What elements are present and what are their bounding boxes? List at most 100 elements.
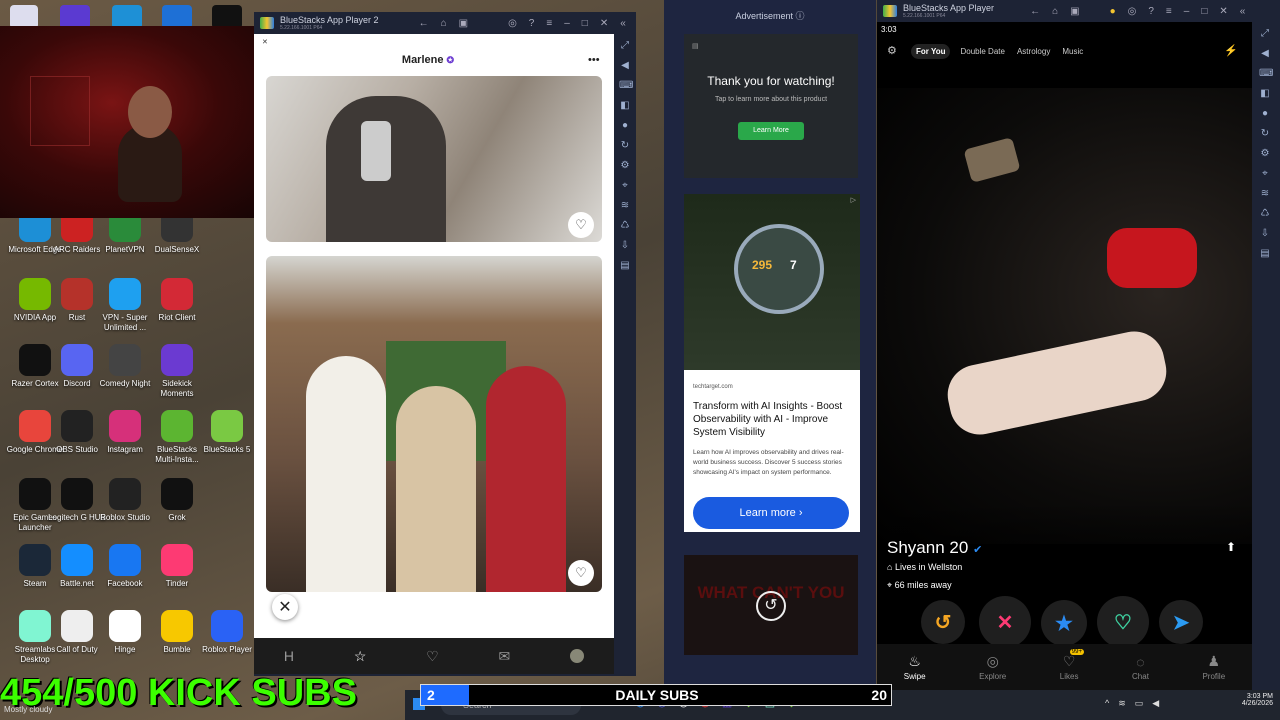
help-icon[interactable]: ?	[529, 18, 535, 29]
eco-icon[interactable]: ♺	[1259, 208, 1271, 220]
skip-button[interactable]: ✕	[272, 594, 298, 620]
desktop-shortcut[interactable]: Instagram	[96, 410, 154, 455]
keymap-icon[interactable]: ⌨	[1259, 68, 1273, 80]
shake-icon[interactable]: ≋	[619, 200, 631, 212]
adchoices-icon[interactable]: ▷	[851, 196, 856, 204]
more-options-button[interactable]: •••	[588, 54, 600, 66]
desktop-shortcut[interactable]: Roblox Studio	[96, 478, 154, 523]
ad-learn-more-button[interactable]: Learn more ›	[693, 497, 849, 529]
like-button[interactable]: ♡	[1097, 596, 1149, 648]
coins-icon[interactable]: ●	[1110, 6, 1116, 17]
desktop-shortcut[interactable]: BlueStacks 5	[198, 410, 256, 455]
desktop-shortcut[interactable]: Tinder	[148, 544, 206, 589]
record-icon[interactable]: ●	[619, 120, 631, 132]
menu-icon[interactable]: ≡	[1166, 6, 1172, 17]
help-icon[interactable]: ?	[1148, 6, 1154, 17]
location-icon[interactable]: ⌖	[619, 180, 631, 192]
hinge-close-small-icon[interactable]: ✕	[262, 38, 268, 46]
close-icon[interactable]: ✕	[600, 18, 608, 29]
maximize-icon[interactable]: □	[582, 18, 588, 29]
eco-icon[interactable]: ♺	[619, 220, 631, 232]
desktop-shortcut[interactable]: VPN - Super Unlimited ...	[96, 278, 154, 333]
location-icon[interactable]: ⌖	[1259, 168, 1271, 180]
screenshot-icon[interactable]: ◧	[619, 100, 631, 112]
replay-icon[interactable]: ↺	[756, 591, 786, 621]
tab-music[interactable]: Music	[1060, 44, 1085, 59]
tray-chevron-icon[interactable]: ^	[1105, 698, 1109, 709]
keymap-icon[interactable]: ⌨	[619, 80, 633, 92]
rotate-icon[interactable]: ↻	[1259, 128, 1271, 140]
nav-explore[interactable]: ◎ Explore	[979, 653, 1006, 681]
home-icon[interactable]: ⌂	[441, 18, 447, 29]
record-icon[interactable]: ●	[1259, 108, 1271, 120]
profile-photo-2[interactable]: ♡	[266, 256, 602, 592]
super-like-button[interactable]: ★	[1041, 600, 1087, 646]
back-icon[interactable]: ←	[419, 18, 429, 29]
screenshot-icon[interactable]: ◧	[1259, 88, 1271, 100]
shake-icon[interactable]: ≋	[1259, 188, 1271, 200]
back-icon[interactable]: ←	[1030, 6, 1040, 17]
tab-for-you[interactable]: For You	[911, 44, 951, 59]
fullscreen-icon[interactable]: ⤢	[619, 40, 631, 52]
nav-profile[interactable]: ♟ Profile	[1202, 653, 1225, 681]
close-icon[interactable]: ✕	[1219, 6, 1227, 17]
wifi-icon[interactable]: ≋	[1118, 698, 1126, 709]
like-photo-button-1[interactable]: ♡	[568, 212, 594, 238]
ad-video-end[interactable]: ▤ Thank you for watching! Tap to learn m…	[684, 34, 858, 178]
fullscreen-icon[interactable]: ⤢	[1259, 28, 1271, 40]
multi-instance-icon[interactable]: ▣	[1070, 6, 1079, 17]
like-photo-button-2[interactable]: ♡	[568, 560, 594, 586]
volume-icon[interactable]: ◀	[1259, 48, 1271, 60]
likes-you-icon[interactable]: ♡	[426, 648, 439, 665]
apk-icon[interactable]: ⇩	[1259, 228, 1271, 240]
filters-icon[interactable]: ⚙	[887, 44, 897, 57]
macro-icon[interactable]: ⚙	[619, 160, 631, 172]
nav-likes[interactable]: ♡ Likes 99+	[1060, 649, 1084, 681]
home-icon[interactable]: ⌂	[1052, 6, 1058, 17]
nope-button[interactable]: ✕	[979, 596, 1031, 648]
desktop-shortcut[interactable]: Riot Client	[148, 278, 206, 323]
ad-learn-more-small-button[interactable]: Learn More	[738, 122, 804, 140]
account-icon[interactable]: ◎	[508, 18, 517, 29]
hinge-discover-icon[interactable]: H	[284, 648, 294, 664]
speaker-icon[interactable]: ◀	[1152, 698, 1159, 709]
rotate-icon[interactable]: ↻	[619, 140, 631, 152]
collapse-icon[interactable]: «	[1240, 6, 1246, 17]
desktop-shortcut[interactable]: Comedy Night	[96, 344, 154, 389]
clock[interactable]: 3:03 PM 4/26/2026	[1217, 693, 1273, 707]
files-icon[interactable]: ▤	[619, 260, 631, 272]
tab-double-date[interactable]: Double Date	[958, 44, 1006, 59]
desktop-shortcut[interactable]: Roblox Player	[198, 610, 256, 655]
macro-icon[interactable]: ⚙	[1259, 148, 1271, 160]
menu-icon[interactable]: ≡	[546, 18, 552, 29]
files-icon[interactable]: ▤	[1259, 248, 1271, 260]
minimize-icon[interactable]: –	[564, 18, 570, 29]
desktop-shortcut[interactable]: Sidekick Moments	[148, 344, 206, 399]
nav-swipe[interactable]: ♨ Swipe	[904, 653, 926, 681]
razer-icon	[19, 344, 51, 376]
desktop-shortcut[interactable]: Facebook	[96, 544, 154, 589]
rewind-button[interactable]: ↺	[921, 600, 965, 644]
matches-icon[interactable]: ✉	[499, 648, 511, 665]
collapse-icon[interactable]: «	[620, 18, 626, 29]
multi-instance-icon[interactable]: ▣	[459, 18, 468, 29]
apk-icon[interactable]: ⇩	[619, 240, 631, 252]
account-icon[interactable]: ◎	[1128, 6, 1137, 17]
desktop-shortcut[interactable]: Hinge	[96, 610, 154, 655]
standouts-icon[interactable]: ☆	[354, 648, 367, 665]
maximize-icon[interactable]: □	[1201, 6, 1207, 17]
profile-photo[interactable]	[877, 88, 1252, 544]
minimize-icon[interactable]: –	[1184, 6, 1190, 17]
nav-chat[interactable]: ◌ Chat	[1132, 654, 1149, 681]
desktop-shortcut[interactable]: Grok	[148, 478, 206, 523]
ad-video[interactable]: WHAT CAN'T YOU ↺	[684, 555, 858, 655]
profile-photo-1[interactable]: ♡	[266, 76, 602, 242]
boost-icon[interactable]: ⚡	[1224, 44, 1238, 57]
battery-icon[interactable]: ▭	[1135, 698, 1144, 709]
tab-astrology[interactable]: Astrology	[1015, 44, 1052, 59]
profile-avatar[interactable]	[570, 649, 585, 663]
expand-profile-icon[interactable]: ⬆	[1226, 540, 1236, 554]
ad-card[interactable]: 295 7 ▷ techtarget.com Transform with AI…	[684, 194, 860, 532]
volume-icon[interactable]: ◀	[619, 60, 631, 72]
send-button[interactable]: ➤	[1159, 600, 1203, 644]
